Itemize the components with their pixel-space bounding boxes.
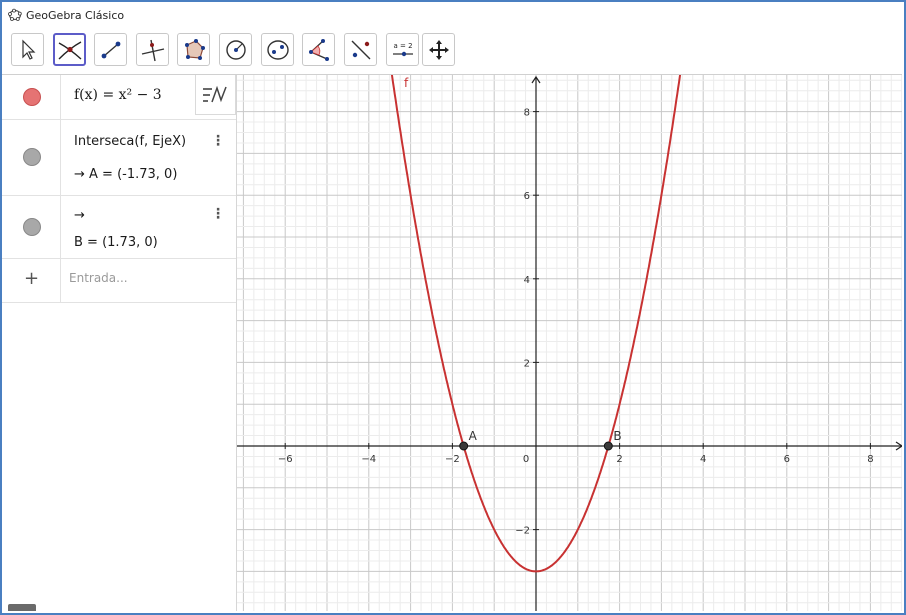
- move-graphics-view-tool-button[interactable]: [422, 33, 455, 66]
- angle-tool-icon: [308, 38, 329, 61]
- algebra-style-button[interactable]: [195, 75, 236, 115]
- algebra-description-icon: [202, 85, 227, 102]
- ellipse-tool-button[interactable]: [261, 33, 294, 66]
- toolbar: a = 2: [2, 28, 902, 75]
- perpendicular-line-tool-button[interactable]: [136, 33, 169, 66]
- x-axis-tick-label: 0: [523, 454, 529, 465]
- graphics-view[interactable]: −6 −4 −2 0 2 4 6 8 8 6 4 2 −2 f A B: [237, 75, 902, 611]
- more-options-icon[interactable]: ⋮: [211, 206, 225, 222]
- segment-tool-button[interactable]: [94, 33, 127, 66]
- x-axis-tick-label: −6: [278, 454, 293, 465]
- slider-tool-button[interactable]: a = 2: [386, 33, 419, 66]
- y-axis-tick-label: 8: [524, 108, 530, 119]
- algebra-input-row[interactable]: + Entrada...: [2, 258, 236, 303]
- circle-tool-icon: [225, 39, 246, 60]
- move-tool-button[interactable]: [11, 33, 44, 66]
- window-title: GeoGebra Clásico: [26, 8, 125, 22]
- segment-tool-icon: [101, 41, 120, 58]
- curve-label-f: f: [404, 76, 409, 90]
- circle-tool-button[interactable]: [219, 33, 252, 66]
- point-label-B: B: [613, 429, 621, 443]
- algebra-view: f(x) = x² − 3 Interseca(f, EjeX) → A = (…: [2, 75, 237, 611]
- algebra-definition-B: →: [74, 208, 85, 223]
- algebra-row-B[interactable]: → B = (1.73, 0) ⋮: [2, 195, 236, 259]
- visibility-toggle-B[interactable]: [23, 218, 41, 236]
- point-label-A: A: [469, 429, 478, 443]
- x-axis-tick-label: 4: [700, 454, 706, 465]
- add-icon[interactable]: +: [24, 268, 39, 289]
- graphics-canvas[interactable]: −6 −4 −2 0 2 4 6 8 8 6 4 2 −2 f A B: [237, 75, 902, 611]
- y-axis-tick-label: 2: [524, 358, 530, 369]
- point-B: [603, 441, 613, 451]
- ellipse-tool-icon: [266, 39, 289, 60]
- algebra-formula-f: f(x) = x² − 3: [74, 87, 162, 103]
- x-axis-tick-label: −4: [361, 454, 376, 465]
- view-menu-tab[interactable]: [8, 604, 36, 611]
- algebra-definition-A: Interseca(f, EjeX): [74, 134, 187, 149]
- y-axis-tick-label: −2: [515, 526, 530, 537]
- slider-tool-label: a = 2: [393, 42, 412, 50]
- geogebra-logo-icon: [8, 8, 22, 21]
- y-axis-tick-label: 4: [524, 275, 530, 286]
- x-axis-tick-label: 6: [784, 454, 790, 465]
- perpendicular-line-tool-icon: [141, 39, 164, 61]
- move-graphics-view-tool-icon: [428, 39, 449, 60]
- intersect-tool-icon: [58, 40, 81, 60]
- polygon-tool-icon: [184, 38, 205, 60]
- intersect-tool-button[interactable]: [53, 33, 86, 66]
- x-axis-tick-label: 2: [616, 454, 622, 465]
- more-options-icon[interactable]: ⋮: [211, 133, 225, 149]
- x-axis-tick-label: −2: [445, 454, 460, 465]
- reflect-tool-button[interactable]: [344, 33, 377, 66]
- reflect-tool-icon: [351, 40, 370, 59]
- move-tool-icon: [21, 39, 35, 60]
- algebra-row-A[interactable]: Interseca(f, EjeX) → A = (-1.73, 0) ⋮: [2, 119, 236, 196]
- visibility-toggle-A[interactable]: [23, 148, 41, 166]
- angle-tool-button[interactable]: [302, 33, 335, 66]
- x-axis-tick-label: 8: [867, 454, 873, 465]
- algebra-value-B: B = (1.73, 0): [74, 235, 158, 250]
- title-bar: GeoGebra Clásico: [2, 2, 902, 28]
- algebra-value-A: → A = (-1.73, 0): [74, 167, 178, 182]
- polygon-tool-button[interactable]: [177, 33, 210, 66]
- y-axis-tick-label: 6: [524, 191, 530, 202]
- visibility-toggle-f[interactable]: [23, 88, 41, 106]
- point-A: [459, 441, 469, 451]
- input-bar-placeholder[interactable]: Entrada...: [69, 271, 128, 285]
- slider-tool-icon: a = 2: [392, 42, 413, 56]
